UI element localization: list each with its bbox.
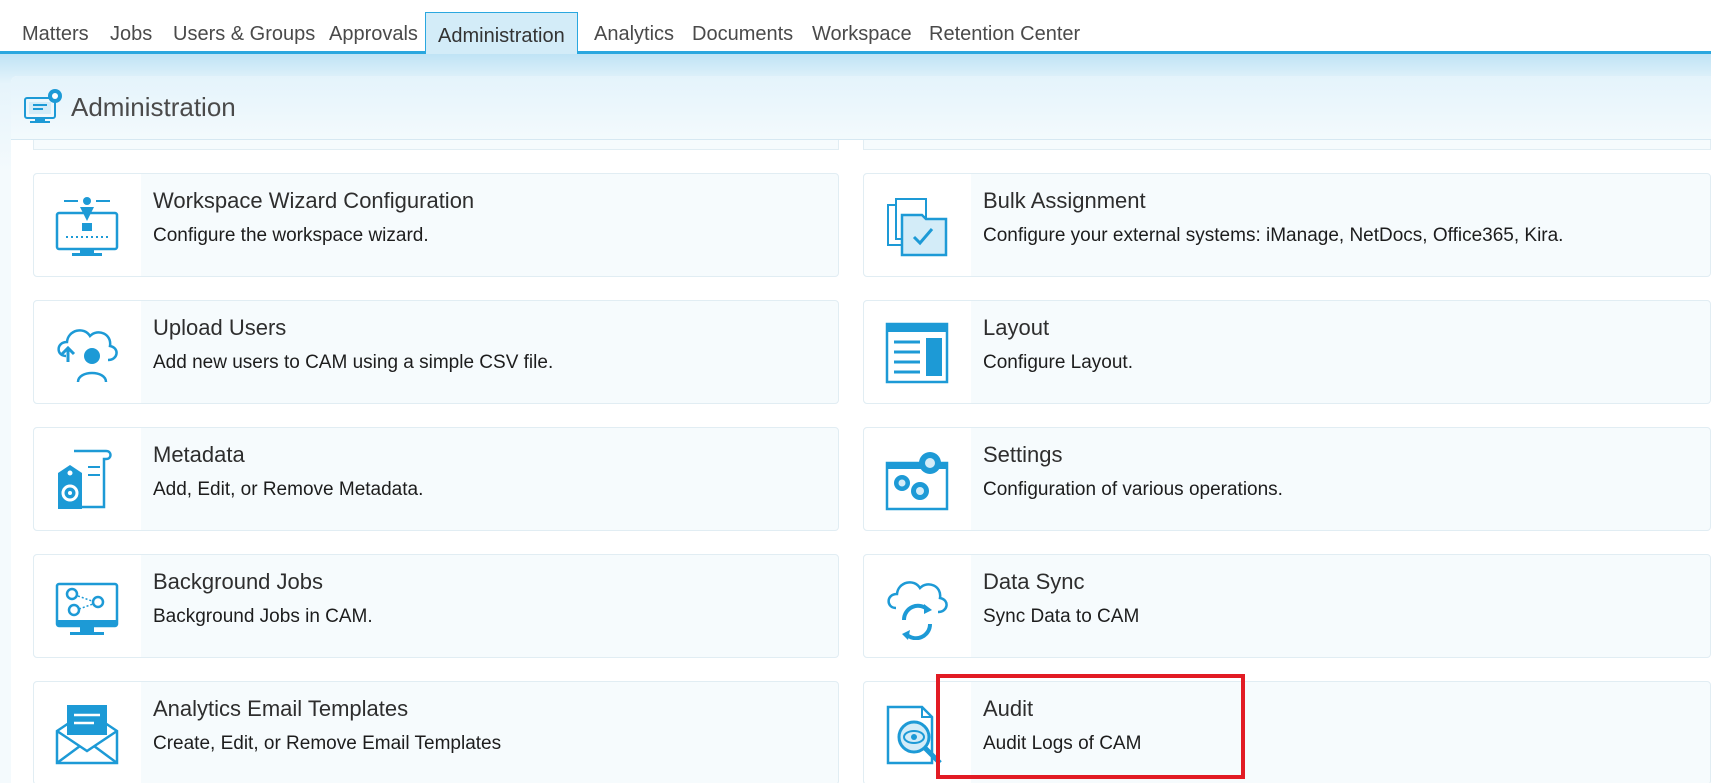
card-description: Configure the workspace wizard.: [153, 225, 429, 246]
card-title: Analytics Email Templates: [153, 696, 409, 721]
card-bulk-assignment[interactable]: Bulk Assignment Configure your external …: [863, 173, 1711, 277]
tab-users-groups[interactable]: Users & Groups: [173, 0, 315, 51]
upload-users-icon: [57, 329, 118, 383]
tab-workspace[interactable]: Workspace: [812, 0, 912, 51]
tab-approvals[interactable]: Approvals: [329, 0, 418, 51]
card-description: Create, Edit, or Remove Email Templates: [153, 733, 502, 754]
card-title: Upload Users: [153, 315, 287, 340]
data-sync-icon: [887, 581, 948, 640]
card-metadata[interactable]: Metadata Add, Edit, or Remove Metadata.: [33, 427, 839, 531]
card-title: Workspace Wizard Configuration: [153, 188, 475, 213]
card-data-sync[interactable]: Data Sync Sync Data to CAM: [863, 554, 1711, 658]
tab-documents[interactable]: Documents: [692, 0, 793, 51]
card-title: Bulk Assignment: [983, 188, 1146, 213]
workspace-wizard-icon: [55, 197, 119, 256]
card-description: Add new users to CAM using a simple CSV …: [153, 352, 554, 373]
settings-gears-icon: [885, 452, 949, 511]
card-workspace-wizard[interactable]: Workspace Wizard Configuration Configure…: [33, 173, 839, 277]
page-title: Administration: [71, 92, 236, 122]
top-navigation: Matters Jobs Users & Groups Approvals Ad…: [0, 0, 1711, 55]
card-upload-users[interactable]: Upload Users Add new users to CAM using …: [33, 300, 839, 404]
card-description: Configure your external systems: iManage…: [983, 225, 1564, 246]
card-settings[interactable]: Settings Configuration of various operat…: [863, 427, 1711, 531]
card-stub-right: [863, 140, 1711, 150]
tab-analytics[interactable]: Analytics: [594, 0, 674, 51]
tab-jobs[interactable]: Jobs: [110, 0, 152, 51]
tab-matters[interactable]: Matters: [22, 0, 89, 51]
card-layout[interactable]: Layout Configure Layout.: [863, 300, 1711, 404]
tab-retention-center[interactable]: Retention Center: [929, 0, 1080, 51]
background-jobs-icon: [55, 582, 119, 635]
metadata-icon: [58, 449, 112, 509]
layout-icon: [885, 322, 949, 384]
email-templates-icon: [55, 705, 119, 765]
bulk-assignment-icon: [887, 198, 948, 257]
card-audit[interactable]: Audit Audit Logs of CAM: [863, 681, 1711, 783]
card-description: Add, Edit, or Remove Metadata.: [153, 479, 424, 500]
card-description: Audit Logs of CAM: [983, 733, 1142, 754]
card-analytics-email-templates[interactable]: Analytics Email Templates Create, Edit, …: [33, 681, 839, 783]
card-background-jobs[interactable]: Background Jobs Background Jobs in CAM.: [33, 554, 839, 658]
card-description: Background Jobs in CAM.: [153, 606, 373, 627]
card-title: Layout: [983, 315, 1050, 340]
panel-header: Administration: [11, 76, 1711, 140]
card-description: Configuration of various operations.: [983, 479, 1283, 500]
card-description: Sync Data to CAM: [983, 606, 1140, 627]
card-title: Settings: [983, 442, 1063, 467]
card-title: Metadata: [153, 442, 245, 467]
card-description: Configure Layout.: [983, 352, 1133, 373]
admin-monitor-gear-icon: [24, 89, 62, 123]
audit-icon: [886, 705, 942, 765]
tab-administration[interactable]: Administration: [425, 12, 578, 55]
card-stub-left: [33, 140, 839, 150]
card-title: Background Jobs: [153, 569, 323, 594]
administration-panel: Administration Workspace Wizard Configur…: [11, 76, 1711, 783]
card-title: Audit: [983, 696, 1034, 721]
card-title: Data Sync: [983, 569, 1085, 594]
